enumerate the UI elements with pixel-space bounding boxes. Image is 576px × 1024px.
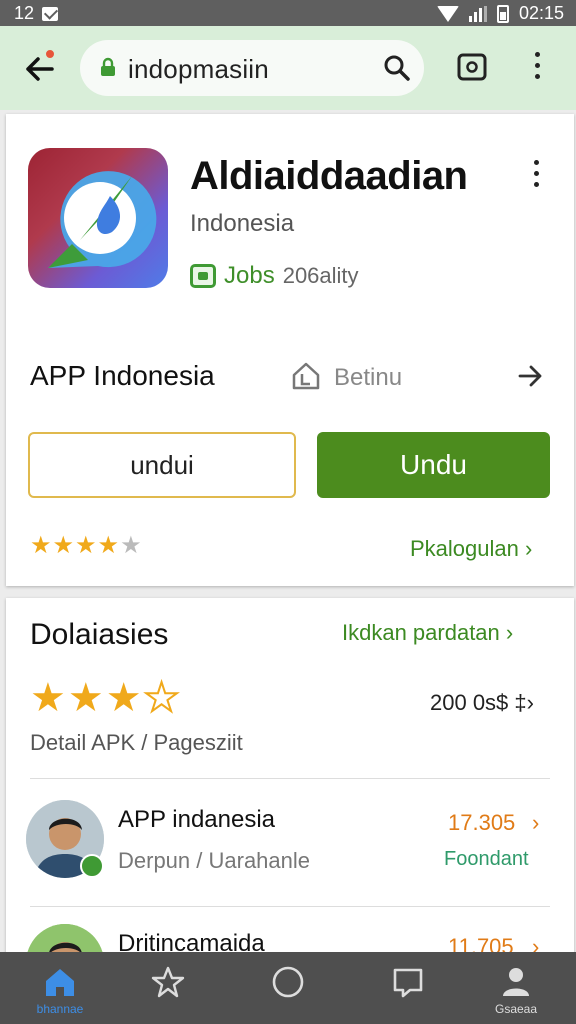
bottom-navigation: bhannae Gsaeaa (0, 952, 576, 1024)
more-icon[interactable] (534, 160, 539, 187)
review-detail: Detail APK / Pagesziit (30, 730, 243, 755)
rating-stars-small: ★ ★ ★ ★ ★ (30, 534, 142, 558)
star-icon: ★ (67, 676, 104, 720)
browser-toolbar: indopmasiin (0, 26, 576, 110)
rating-stars-large: ★ ★ ★ ★ (30, 676, 181, 720)
info-label: Betinu (334, 364, 403, 391)
status-left-text: 12 (14, 3, 35, 23)
star-icon: ★ (75, 532, 97, 559)
home-icon (46, 969, 74, 996)
review-tag: Foondant (444, 848, 529, 870)
badge-green-text: Jobs (224, 262, 275, 289)
app-badge-row: Jobs 206ality (190, 262, 359, 290)
tabs-button[interactable] (455, 50, 489, 84)
nav-profile[interactable]: Gsaeaa (468, 952, 564, 1024)
review-section-title: Dolaiasies (30, 618, 169, 651)
status-bar: 12 02:15 (0, 0, 576, 26)
star-icon: ★ (30, 532, 52, 559)
house-icon (292, 362, 320, 390)
star-icon: ★ (97, 532, 120, 559)
bookmark-icon (393, 968, 423, 998)
review-count[interactable]: 200 0s$ ‡› (430, 690, 534, 716)
secondary-download-button[interactable]: undui (28, 432, 296, 498)
notification-dot (44, 48, 56, 60)
signal-icon (468, 5, 487, 22)
nav-messages[interactable] (360, 952, 456, 1024)
review-card: Dolaiasies Ikdkan pardatan › ★ ★ ★ ★ 200… (6, 598, 574, 1002)
star-icon: ★ (30, 676, 66, 720)
app-info-row[interactable]: APP Indonesia Betinu (6, 354, 574, 400)
chevron-right-icon: › (532, 810, 540, 835)
nav-home-label: bhannae (36, 1002, 84, 1016)
star-icon: ★ (105, 676, 142, 720)
status-left: 12 (14, 3, 59, 24)
back-button[interactable] (22, 48, 56, 86)
reviewer-subtitle: Derpun / Uarahanle (118, 848, 311, 873)
status-time: 02:15 (518, 3, 564, 23)
review-item[interactable]: APP indanesia Derpun / Uarahanle 17.305 … (6, 800, 574, 910)
app-title: Aldiaiddaadian (190, 154, 468, 198)
nav-favorites[interactable] (120, 952, 216, 1024)
info-title: APP Indonesia (30, 360, 215, 391)
lock-icon (101, 57, 115, 76)
url-text: indopmasiin (128, 54, 269, 84)
star-icon: ★ (52, 532, 75, 559)
see-all-reviews-link[interactable]: Ikdkan pardatan › (342, 620, 513, 646)
star-icon: ★ (120, 532, 142, 559)
badge-grey-text: 206ality (282, 263, 359, 288)
address-bar[interactable]: indopmasiin (80, 40, 424, 96)
status-right: 02:15 (436, 3, 564, 24)
divider (30, 906, 550, 907)
app-card: Aldiaiddaadian Indonesia Jobs 206ality A… (6, 114, 574, 586)
star-icon (151, 966, 185, 998)
more-details-link[interactable]: Pkalogulan › (410, 536, 532, 562)
app-subtitle: Indonesia (190, 210, 295, 237)
app-logo-graphic (48, 171, 157, 268)
more-icon[interactable] (526, 52, 548, 84)
app-logo (28, 148, 168, 288)
circle-icon (272, 966, 304, 998)
divider (30, 778, 550, 779)
search-icon[interactable] (382, 53, 412, 83)
nav-circle[interactable] (240, 952, 336, 1024)
star-outline-icon: ★ (143, 676, 181, 720)
badge-icon (190, 264, 216, 288)
nav-profile-label: Gsaeaa (494, 1002, 538, 1016)
download-button[interactable]: Undu (317, 432, 550, 498)
notification-icon (42, 6, 59, 21)
wifi-icon (436, 5, 459, 22)
reviewer-name: APP indanesia (118, 806, 276, 833)
nav-home[interactable]: bhannae (12, 952, 108, 1024)
tabs-icon (457, 53, 487, 81)
arrow-right-icon (518, 365, 542, 387)
verified-badge-icon (80, 854, 104, 878)
review-number: 17.305 (448, 810, 516, 835)
battery-icon (496, 4, 509, 23)
profile-icon (503, 968, 529, 996)
